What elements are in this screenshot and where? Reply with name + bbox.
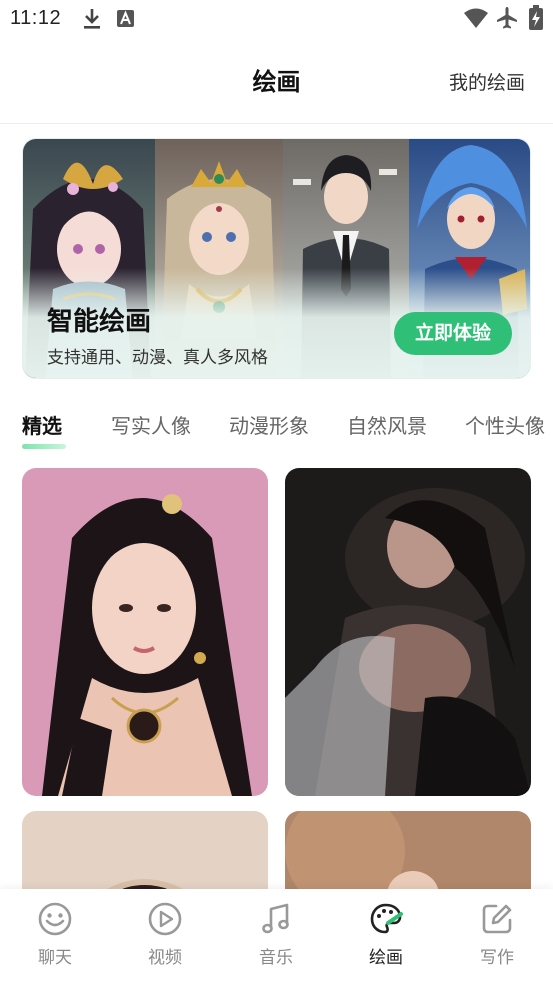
gallery-card[interactable] — [285, 468, 531, 796]
try-now-button[interactable]: 立即体验 — [394, 312, 512, 355]
nav-video-label: 视频 — [148, 948, 182, 968]
banner-title: 智能绘画 — [47, 307, 152, 337]
app-header: 绘画 我的绘画 — [0, 48, 553, 114]
gallery-image-dark-portrait — [285, 468, 531, 796]
tab-custom-avatar[interactable]: 个性头像 — [465, 410, 545, 439]
play-icon — [148, 902, 182, 936]
tab-nature-scenery[interactable]: 自然风景 — [347, 410, 427, 439]
gallery-card[interactable] — [22, 468, 268, 796]
active-tab-indicator — [22, 444, 66, 449]
a-notification-icon — [116, 9, 136, 33]
header-divider — [0, 123, 553, 124]
tab-realistic-portrait[interactable]: 写实人像 — [111, 410, 191, 439]
battery-charging-icon — [528, 5, 544, 35]
gallery-image-pink-portrait — [22, 468, 268, 796]
smile-icon — [38, 902, 72, 936]
wifi-icon — [463, 7, 489, 33]
my-paintings-link[interactable]: 我的绘画 — [449, 68, 525, 95]
nav-music-label: 音乐 — [259, 948, 293, 968]
ai-painting-banner[interactable]: 智能绘画 支持通用、动漫、真人多风格 立即体验 — [22, 138, 531, 379]
nav-painting-label: 绘画 — [369, 948, 403, 968]
nav-painting[interactable]: 绘画 — [331, 889, 441, 983]
music-note-icon — [262, 903, 289, 934]
nav-music[interactable]: 音乐 — [221, 889, 331, 983]
status-time: 11:12 — [10, 7, 62, 29]
nav-chat-label: 聊天 — [38, 948, 72, 968]
status-bar: 11:12 — [0, 0, 553, 38]
edit-icon — [482, 904, 512, 934]
nav-writing[interactable]: 写作 — [442, 889, 552, 983]
nav-writing-label: 写作 — [480, 948, 514, 968]
airplane-icon — [495, 6, 519, 34]
nav-video[interactable]: 视频 — [110, 889, 220, 983]
download-icon — [80, 6, 104, 36]
palette-icon — [370, 903, 403, 934]
nav-chat[interactable]: 聊天 — [0, 889, 110, 983]
tab-anime-character[interactable]: 动漫形象 — [229, 410, 309, 439]
bottom-navigation: 聊天 视频 音乐 绘画 写作 — [0, 889, 553, 983]
category-tabs: 精选 写实人像 动漫形象 自然风景 个性头像 — [0, 410, 553, 454]
tab-featured[interactable]: 精选 — [22, 410, 62, 439]
banner-subtitle: 支持通用、动漫、真人多风格 — [47, 348, 268, 368]
